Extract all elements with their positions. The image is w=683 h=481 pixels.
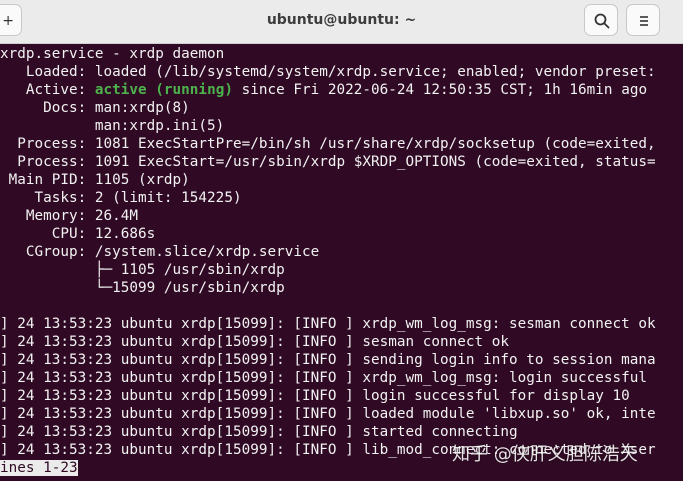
log-line: ] 24 13:53:23 ubuntu xrdp[15099]: [INFO …	[0, 334, 510, 350]
docs-line-2: man:xrdp.ini(5)	[0, 118, 225, 134]
cgroup-tree-2: └─15099 /usr/sbin/xrdp	[0, 280, 285, 296]
active-line: Active: active (running) since Fri 2022-…	[0, 81, 647, 99]
window-title: ubuntu@ubuntu: ~	[266, 12, 417, 28]
hamburger-menu-icon	[640, 16, 648, 26]
title-bar: + ubuntu@ubuntu: ~	[0, 0, 683, 44]
terminal-output[interactable]: xrdp.service - xrdp daemon Loaded: loade…	[0, 44, 683, 481]
cgroup-line: CGroup: /system.slice/xrdp.service	[0, 244, 320, 260]
log-line: ] 24 13:53:23 ubuntu xrdp[15099]: [INFO …	[0, 406, 656, 422]
active-label: Active:	[0, 82, 95, 98]
search-icon	[594, 13, 610, 29]
log-line: ] 24 13:53:23 ubuntu xrdp[15099]: [INFO …	[0, 352, 656, 368]
main-pid-line: Main PID: 1105 (xrdp)	[0, 172, 190, 188]
loaded-line: Loaded: loaded (/lib/systemd/system/xrdp…	[0, 64, 656, 80]
search-button[interactable]	[584, 4, 618, 36]
active-status: active (running)	[94, 82, 233, 98]
log-line: ] 24 13:53:23 ubuntu xrdp[15099]: [INFO …	[0, 316, 656, 332]
cgroup-tree-1: ├─ 1105 /usr/sbin/xrdp	[0, 262, 285, 278]
process-line-1: Process: 1081 ExecStartPre=/bin/sh /usr/…	[0, 136, 656, 152]
active-since: since Fri 2022-06-24 12:50:35 CST; 1h 16…	[232, 82, 648, 98]
service-header: xrdp.service - xrdp daemon	[0, 46, 225, 62]
log-line: ] 24 13:53:23 ubuntu xrdp[15099]: [INFO …	[0, 424, 518, 440]
cpu-line: CPU: 12.686s	[0, 226, 156, 242]
docs-line: Docs: man:xrdp(8)	[0, 100, 190, 116]
log-line: ] 24 13:53:23 ubuntu xrdp[15099]: [INFO …	[0, 388, 630, 404]
tasks-line: Tasks: 2 (limit: 154225)	[0, 190, 242, 206]
pager-status-line: ines 1-23	[0, 459, 78, 477]
menu-button[interactable]	[626, 4, 660, 36]
log-line: ] 24 13:53:23 ubuntu xrdp[15099]: [INFO …	[0, 370, 648, 386]
watermark: 知乎 @侠肝义胆陈浩天	[452, 444, 638, 465]
pager-status: ines 1-23	[0, 460, 78, 476]
memory-line: Memory: 26.4M	[0, 208, 139, 224]
process-line-2: Process: 1091 ExecStart=/usr/sbin/xrdp $…	[0, 154, 656, 170]
